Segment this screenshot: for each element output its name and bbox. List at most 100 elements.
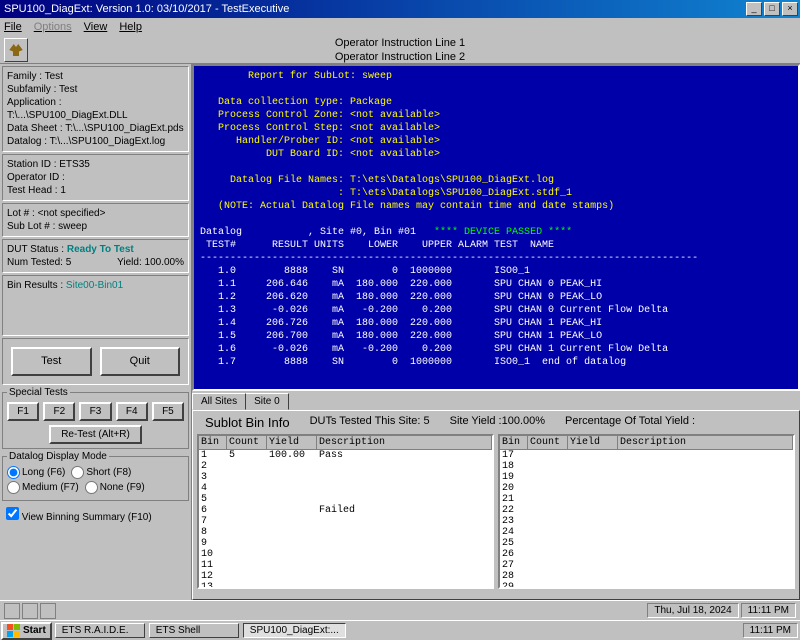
status-icon-3[interactable] — [40, 603, 56, 619]
taskbar-ets-raide[interactable]: ETS R.A.I.D.E. — [55, 623, 145, 638]
taskbar-spu100[interactable]: SPU100_DiagExt:... — [243, 623, 346, 638]
testhead-label: Test Head : 1 — [7, 184, 184, 197]
table-row[interactable]: 8 — [199, 527, 492, 538]
table-row[interactable]: 24 — [500, 527, 793, 538]
view-binning-checkbox[interactable]: View Binning Summary (F10) — [6, 512, 152, 523]
datasheet-label: Data Sheet : T:\...\SPU100_DiagExt.pds — [7, 122, 184, 135]
left-panel: Family : Test Subfamily : Test Applicati… — [0, 64, 192, 600]
close-button[interactable]: × — [782, 2, 798, 16]
table-row[interactable]: 21 — [500, 494, 793, 505]
taskbar-ets-shell[interactable]: ETS Shell — [149, 623, 239, 638]
bin-tabs: All Sites Site 0 — [192, 391, 800, 410]
start-button[interactable]: Start — [1, 622, 52, 640]
radio-none[interactable]: None (F9) — [85, 481, 145, 494]
station-panel: Station ID : ETS35 Operator ID : Test He… — [2, 154, 189, 201]
f5-button[interactable]: F5 — [152, 402, 184, 421]
window-title: SPU100_DiagExt: Version 1.0: 03/10/2017 … — [2, 3, 744, 15]
statusbar: Thu, Jul 18, 2024 11:11 PM — [0, 600, 800, 620]
table-row[interactable]: 11 — [199, 560, 492, 571]
family-panel: Family : Test Subfamily : Test Applicati… — [2, 66, 189, 152]
status-time: 11:11 PM — [741, 603, 796, 618]
table-row[interactable]: 27 — [500, 560, 793, 571]
f3-button[interactable]: F3 — [79, 402, 111, 421]
pct-total-yield-label: Percentage Of Total Yield : — [565, 415, 695, 430]
window-titlebar: SPU100_DiagExt: Version 1.0: 03/10/2017 … — [0, 0, 800, 18]
operator-instruction-1: Operator Instruction Line 1 — [0, 36, 800, 50]
eagle-icon — [7, 41, 25, 59]
dut-status-label: DUT Status : — [7, 244, 64, 255]
datalog-display-legend: Datalog Display Mode — [7, 451, 109, 462]
bin-tab-body: Sublot Bin Info DUTs Tested This Site: 5… — [192, 410, 800, 600]
table-row[interactable]: 17 — [500, 450, 793, 461]
bin-table-left[interactable]: Bin Count Yield Description 15100.00Pass… — [197, 434, 494, 589]
menubar: File Options View Help — [0, 18, 800, 36]
operator-instructions: Operator Instruction Line 1 Operator Ins… — [0, 36, 800, 64]
table-row[interactable]: 4 — [199, 483, 492, 494]
system-tray[interactable]: 11:11 PM — [743, 623, 798, 638]
tab-all-sites[interactable]: All Sites — [192, 393, 246, 410]
radio-short[interactable]: Short (F8) — [71, 466, 131, 479]
table-row[interactable]: 5 — [199, 494, 492, 505]
table-row[interactable]: 26 — [500, 549, 793, 560]
menu-view[interactable]: View — [84, 21, 108, 33]
tab-site-0[interactable]: Site 0 — [245, 393, 289, 410]
table-row[interactable]: 18 — [500, 461, 793, 472]
action-buttons: Test Quit — [2, 338, 189, 385]
subfamily-label: Subfamily : Test — [7, 83, 184, 96]
windows-icon — [7, 624, 21, 638]
table-row[interactable]: 19 — [500, 472, 793, 483]
table-row[interactable]: 23 — [500, 516, 793, 527]
eagle-icon-button[interactable] — [4, 38, 28, 62]
special-tests-legend: Special Tests — [7, 387, 70, 398]
test-button[interactable]: Test — [11, 347, 92, 376]
retest-button[interactable]: Re-Test (Alt+R) — [49, 425, 142, 444]
table-row[interactable]: 28 — [500, 571, 793, 582]
status-icon-1[interactable] — [4, 603, 20, 619]
table-row[interactable]: 6Failed — [199, 505, 492, 516]
lot-panel: Lot # : <not specified> Sub Lot # : swee… — [2, 203, 189, 237]
table-row[interactable]: 2 — [199, 461, 492, 472]
quit-button[interactable]: Quit — [100, 347, 181, 376]
toolbar: Operator Instruction Line 1 Operator Ins… — [0, 36, 800, 64]
radio-long[interactable]: Long (F6) — [7, 466, 65, 479]
table-row[interactable]: 20 — [500, 483, 793, 494]
menu-file[interactable]: File — [4, 21, 22, 33]
lot-label: Lot # : <not specified> — [7, 207, 184, 220]
datalog-label: Datalog : T:\...\SPU100_DiagExt.log — [7, 135, 184, 148]
duts-tested-label: DUTs Tested This Site: 5 — [310, 415, 430, 430]
operator-instruction-2: Operator Instruction Line 2 — [0, 50, 800, 64]
maximize-button[interactable]: □ — [764, 2, 780, 16]
bin-table-right[interactable]: Bin Count Yield Description 171819202122… — [498, 434, 795, 589]
datalog-display-fieldset: Datalog Display Mode Long (F6) Short (F8… — [2, 451, 189, 501]
table-row[interactable]: 10 — [199, 549, 492, 560]
bin-table-header: Bin Count Yield Description — [199, 436, 492, 450]
status-icon-2[interactable] — [22, 603, 38, 619]
table-row[interactable]: 13 — [199, 582, 492, 589]
f4-button[interactable]: F4 — [116, 402, 148, 421]
minimize-button[interactable]: _ — [746, 2, 762, 16]
site-yield-label: Site Yield :100.00% — [450, 415, 545, 430]
table-row[interactable]: 12 — [199, 571, 492, 582]
table-row[interactable]: 7 — [199, 516, 492, 527]
f2-button[interactable]: F2 — [43, 402, 75, 421]
datalog-terminal[interactable]: Report for SubLot: sweep Data collection… — [192, 64, 800, 391]
operator-id-label: Operator ID : — [7, 171, 184, 184]
taskbar: Start ETS R.A.I.D.E. ETS Shell SPU100_Di… — [0, 620, 800, 640]
menu-help[interactable]: Help — [119, 21, 142, 33]
application-label: Application : T:\...\SPU100_DiagExt.DLL — [7, 96, 184, 122]
radio-medium[interactable]: Medium (F7) — [7, 481, 79, 494]
status-date: Thu, Jul 18, 2024 — [647, 603, 738, 618]
table-row[interactable]: 9 — [199, 538, 492, 549]
dut-status-value: Ready To Test — [67, 244, 134, 255]
menu-options[interactable]: Options — [34, 21, 72, 33]
station-id-label: Station ID : ETS35 — [7, 158, 184, 171]
table-row[interactable]: 3 — [199, 472, 492, 483]
f1-button[interactable]: F1 — [7, 402, 39, 421]
table-row[interactable]: 15100.00Pass — [199, 450, 492, 461]
table-row[interactable]: 22 — [500, 505, 793, 516]
special-tests-fieldset: Special Tests F1 F2 F3 F4 F5 Re-Test (Al… — [2, 387, 189, 449]
table-row[interactable]: 25 — [500, 538, 793, 549]
table-row[interactable]: 29 — [500, 582, 793, 589]
binresults-value: Site00-Bin01 — [66, 280, 123, 291]
binresults-panel: Bin Results : Site00-Bin01 — [2, 275, 189, 336]
